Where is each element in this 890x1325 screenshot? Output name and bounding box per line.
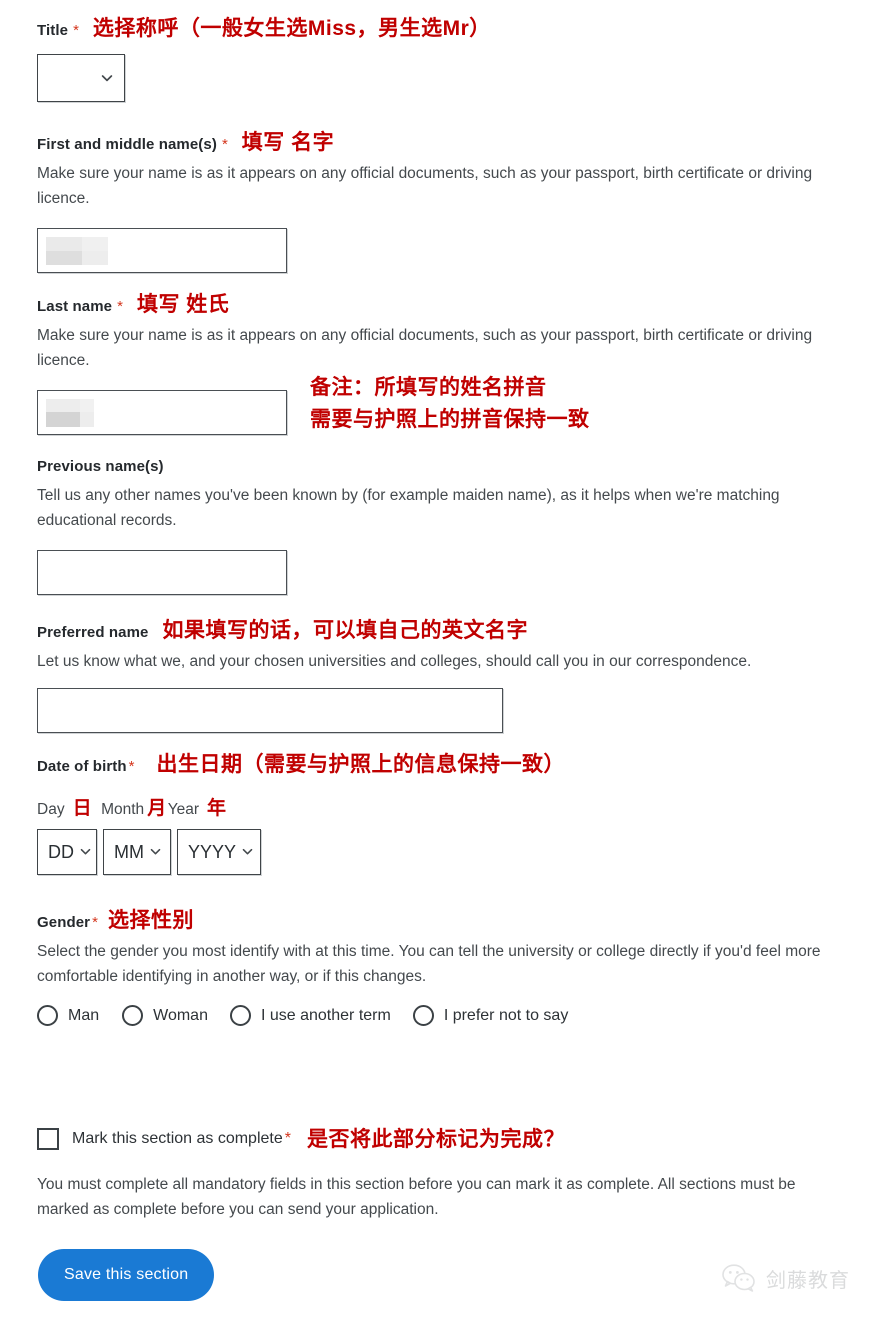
dob-label: Date of birth [37,758,127,775]
last-name-annotation-cn: 填写 姓氏 [136,293,230,316]
last-name-redacted-value [46,398,94,427]
dob-day-sublabel-cn: 日 [72,798,93,819]
last-name-side-note-line2: 需要与护照上的拼音保持一致 [310,408,590,431]
field-title: Title * 选择称呼（一般女生选Miss，男生选Mr） [37,18,491,102]
radio-icon [229,1005,251,1026]
field-preferred-name: Preferred name 如果填写的话，可以填自己的英文名字 Let us … [37,620,837,734]
first-name-label: First and middle name(s) [37,136,217,153]
wechat-icon [722,1263,756,1293]
chevron-down-icon [80,846,91,857]
dob-month-value: MM [114,842,144,862]
radio-icon [37,1005,58,1026]
mark-complete-row[interactable]: Mark this section as complete * 是否将此部分标记… [37,1128,565,1150]
preferred-name-label-row: Preferred name 如果填写的话，可以填自己的英文名字 [37,620,837,641]
dob-annotation-cn: 出生日期（需要与护照上的信息保持一致） [156,753,565,776]
dob-month-select[interactable]: MM [103,829,171,875]
gender-option-another-term[interactable]: I use another term [229,1005,391,1026]
mark-complete-checkbox[interactable] [37,1128,59,1150]
title-label: Title [37,22,69,39]
field-first-name: First and middle name(s) * 填写 名字 Make su… [37,132,837,273]
first-name-annotation-cn: 填写 名字 [241,131,335,154]
dob-year-select[interactable]: YYYY [177,829,261,875]
dob-year-sublabel: Year [167,801,200,818]
dob-selects-row: DD MM YYYY [37,829,565,875]
field-date-of-birth: Date of birth * 出生日期（需要与护照上的信息保持一致） Day … [37,754,565,875]
last-name-side-note-line1: 备注：所填写的姓名拼音 [310,376,547,399]
dob-month-sublabel-cn: 月 [147,798,167,819]
chevron-down-icon [150,846,161,857]
gender-radio-group: Man Woman I use another term I prefer no… [37,1005,568,1026]
gender-annotation-cn: 选择性别 [107,909,194,932]
gender-option-woman[interactable]: Woman [122,1005,208,1026]
dob-required-marker: * [128,758,135,775]
dob-month-sublabel: Month [101,801,145,818]
last-name-side-note: 备注：所填写的姓名拼音 需要与护照上的拼音保持一致 [310,377,590,430]
previous-names-input[interactable] [37,549,287,595]
previous-names-label-row: Previous name(s) [37,458,837,475]
last-name-label: Last name [37,298,113,315]
save-this-section-button[interactable]: Save this section [38,1249,215,1301]
previous-names-hint: Tell us any other names you've been know… [37,487,780,530]
watermark-text: 剑藤教育 [766,1269,850,1292]
first-name-input[interactable] [37,227,287,273]
first-name-redacted-value [46,236,108,265]
field-gender: Gender * 选择性别 Select the gender you most… [37,910,857,990]
gender-option-man-label: Man [68,1006,100,1024]
mark-complete-annotation-cn: 是否将此部分标记为完成？ [306,1127,565,1151]
gender-hint: Select the gender you most identify with… [37,943,821,986]
gender-required-marker: * [92,914,98,931]
gender-label: Gender [37,914,91,931]
dob-day-value: DD [48,842,74,862]
radio-icon [412,1005,434,1026]
ucas-personal-details-form: Title * 选择称呼（一般女生选Miss，男生选Mr） First and … [0,0,890,1325]
mark-complete-hint: You must complete all mandatory fields i… [37,1176,796,1219]
dob-day-select[interactable]: DD [37,829,97,875]
gender-label-row: Gender * 选择性别 [37,910,857,931]
last-name-required-marker: * [117,298,123,315]
preferred-name-input[interactable] [37,688,503,734]
first-name-required-marker: * [221,136,228,153]
title-select[interactable] [37,54,125,102]
first-name-label-row: First and middle name(s) * 填写 名字 [37,132,837,153]
mark-complete-required-marker: * [284,1130,291,1147]
gender-option-prefer-not-to-say-label: I prefer not to say [443,1006,569,1024]
dob-year-value: YYYY [188,842,237,862]
gender-option-another-term-label: I use another term [260,1006,391,1024]
first-name-hint: Make sure your name is as it appears on … [37,165,813,208]
gender-option-woman-label: Woman [153,1006,208,1024]
title-annotation-cn: 选择称呼（一般女生选Miss，男生选Mr） [92,17,491,40]
title-required-marker: * [73,22,79,39]
watermark: 剑藤教育 [722,1263,850,1293]
previous-names-label: Previous name(s) [37,458,164,475]
gender-option-prefer-not-to-say[interactable]: I prefer not to say [412,1005,569,1026]
last-name-input[interactable] [37,389,287,435]
preferred-name-label: Preferred name [37,624,149,641]
preferred-name-annotation-cn: 如果填写的话，可以填自己的英文名字 [162,619,528,642]
dob-label-row: Date of birth * 出生日期（需要与护照上的信息保持一致） [37,754,565,775]
field-previous-names: Previous name(s) Tell us any other names… [37,458,837,595]
dob-year-sublabel-cn: 年 [207,798,227,819]
dob-day-sublabel: Day [37,801,65,818]
gender-option-man[interactable]: Man [37,1005,99,1026]
last-name-hint: Make sure your name is as it appears on … [37,327,813,370]
dob-sublabels-row: Day 日 Month 月 Year 年 [37,799,565,819]
preferred-name-hint: Let us know what we, and your chosen uni… [37,653,752,670]
last-name-label-row: Last name * 填写 姓氏 [37,294,837,315]
chevron-down-icon [101,72,113,83]
mark-complete-label: Mark this section as complete [72,1130,283,1147]
radio-icon [122,1005,144,1026]
title-label-row: Title * 选择称呼（一般女生选Miss，男生选Mr） [37,18,491,39]
chevron-down-icon [242,846,253,857]
